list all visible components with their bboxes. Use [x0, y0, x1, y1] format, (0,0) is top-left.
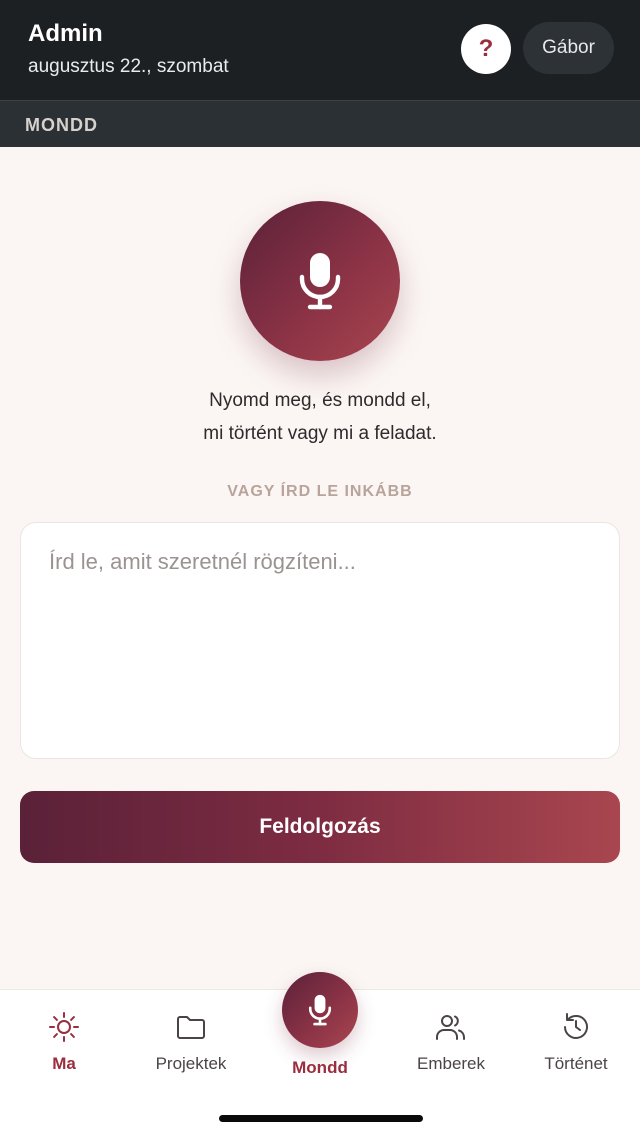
nav-item-emberek[interactable]: Emberek	[387, 990, 515, 1090]
section-title: MONDD	[25, 115, 98, 135]
sun-icon	[49, 1012, 79, 1042]
nav-item-ma[interactable]: Ma	[0, 990, 128, 1090]
nav-label-ma: Ma	[52, 1054, 76, 1073]
home-indicator	[219, 1115, 423, 1122]
section-bar: MONDD	[0, 100, 640, 147]
history-icon	[564, 1013, 588, 1039]
nav-label-emberek: Emberek	[416, 1054, 486, 1073]
app-title: Admin	[28, 20, 103, 47]
record-instruction: Nyomd meg, és mondd el, mi történt vagy …	[0, 384, 640, 450]
nav-item-tortenet[interactable]: Történet	[512, 990, 640, 1090]
instruction-line-2: mi történt vagy mi a feladat.	[203, 423, 437, 444]
question-mark-icon: ?	[478, 35, 494, 62]
record-button[interactable]	[240, 201, 400, 361]
help-button[interactable]: ?	[461, 24, 511, 74]
current-date: augusztus 22., szombat	[28, 56, 229, 77]
nav-label-mondd: Mondd	[292, 1058, 348, 1077]
nav-label-projektek: Projektek	[155, 1054, 227, 1073]
microphone-icon	[308, 994, 332, 1026]
nav-item-projektek[interactable]: Projektek	[127, 990, 255, 1090]
microphone-icon	[299, 253, 341, 310]
nav-label-tortenet: Történet	[544, 1054, 608, 1073]
user-button[interactable]: Gábor	[523, 22, 614, 74]
note-input[interactable]	[20, 522, 620, 759]
write-instead-label: VAGY ÍRD LE INKÁBB	[227, 483, 413, 500]
app-header: Admin augusztus 22., szombat ? Gábor	[0, 0, 640, 100]
process-button[interactable]: Feldolgozás	[20, 791, 620, 863]
nav-item-mondd[interactable]	[282, 972, 358, 1048]
folder-icon	[177, 1016, 205, 1039]
people-icon	[436, 1015, 465, 1040]
instruction-line-1: Nyomd meg, és mondd el,	[209, 390, 431, 411]
